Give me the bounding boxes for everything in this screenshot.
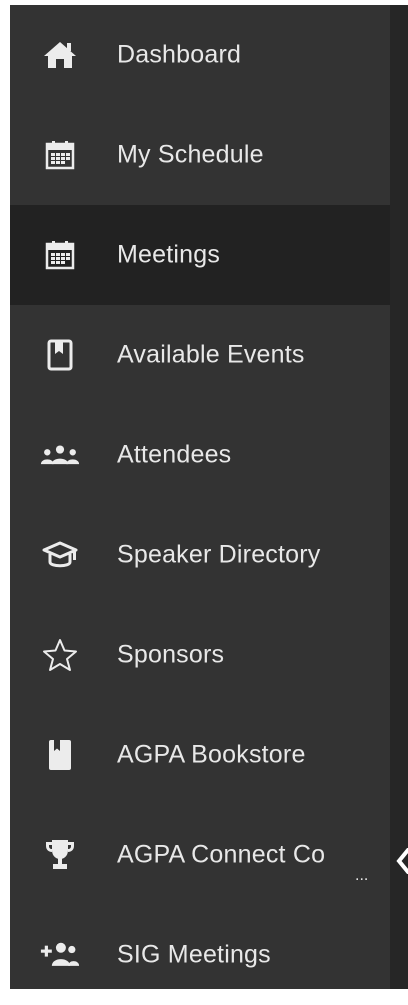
home-icon: [40, 35, 80, 75]
sidebar-nav: Dashboard My Schedule Meetings Available…: [10, 5, 390, 989]
sidebar-item-sponsors[interactable]: Sponsors: [10, 605, 390, 705]
sidebar-item-label: Dashboard: [117, 40, 242, 69]
sidebar-item-label: My Schedule: [117, 140, 264, 169]
app-frame: Dashboard My Schedule Meetings Available…: [10, 5, 408, 989]
calendar-icon: [40, 235, 80, 275]
sidebar-item-label: AGPA Connect Co: [117, 840, 326, 869]
sidebar-item-label: Speaker Directory: [117, 540, 321, 569]
sidebar-item-speaker-directory[interactable]: Speaker Directory: [10, 505, 390, 605]
sidebar-item-label: Meetings: [117, 240, 221, 269]
users-icon: [40, 435, 80, 475]
truncation-ellipsis: ...: [355, 867, 369, 884]
sidebar-item-label: AGPA Bookstore: [117, 740, 306, 769]
trophy-icon: [40, 835, 80, 875]
sidebar-item-agpa-bookstore[interactable]: AGPA Bookstore: [10, 705, 390, 805]
star-outline-icon: [40, 635, 80, 675]
calendar-icon: [40, 135, 80, 175]
collapse-sidebar-button[interactable]: [393, 845, 408, 881]
sidebar-item-label: SIG Meetings: [117, 940, 271, 969]
sidebar-item-dashboard[interactable]: Dashboard: [10, 5, 390, 105]
book-icon: [40, 735, 80, 775]
sidebar-item-label: Available Events: [117, 340, 305, 369]
sidebar-item-label: Sponsors: [117, 640, 225, 669]
sidebar-item-agpa-connect[interactable]: AGPA Connect Co ...: [10, 805, 390, 905]
user-add-icon: [40, 935, 80, 975]
sidebar-item-attendees[interactable]: Attendees: [10, 405, 390, 505]
sidebar-item-label: Attendees: [117, 440, 232, 469]
sidebar-item-my-schedule[interactable]: My Schedule: [10, 105, 390, 205]
sidebar-item-meetings[interactable]: Meetings: [10, 205, 390, 305]
graduation-cap-icon: [40, 535, 80, 575]
bookmark-icon: [40, 335, 80, 375]
chevron-left-icon: [396, 846, 408, 879]
sidebar-item-sig-meetings[interactable]: SIG Meetings: [10, 905, 390, 1005]
sidebar-item-available-events[interactable]: Available Events: [10, 305, 390, 405]
